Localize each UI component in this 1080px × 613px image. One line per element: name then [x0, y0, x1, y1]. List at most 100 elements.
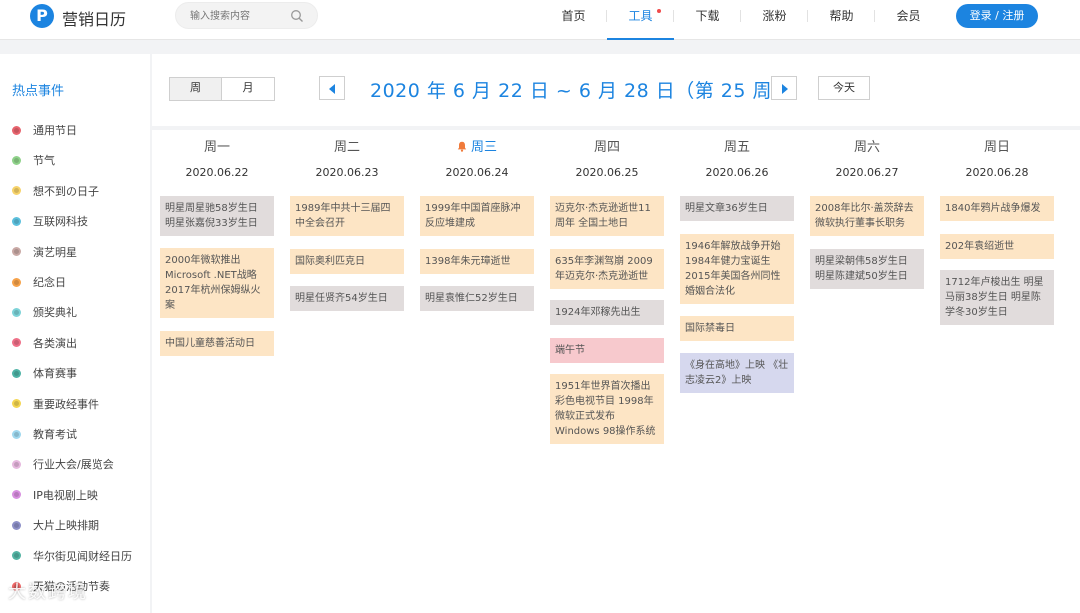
event-card[interactable]: 1951年世界首次播出彩色电视节目 1998年微软正式发布Windows 98操…	[550, 374, 664, 444]
category-dot-icon	[12, 155, 21, 165]
today-button[interactable]: 今天	[818, 76, 870, 100]
view-toggle: 周 月	[169, 77, 275, 101]
sidebar-item[interactable]: 华尔街见闻财经日历	[12, 547, 132, 565]
event-card[interactable]: 明星袁惟仁52岁生日	[420, 286, 534, 311]
logo-icon[interactable]: P	[30, 4, 54, 28]
event-card[interactable]: 明星任贤齐54岁生日	[290, 286, 404, 311]
day-date: 2020.06.24	[445, 166, 509, 179]
event-card[interactable]: 2008年比尔·盖茨辞去微软执行董事长职务	[810, 196, 924, 236]
day-name-label: 周二	[333, 140, 360, 155]
day-date: 2020.06.26	[705, 166, 769, 179]
event-card[interactable]: 中国儿童慈善活动日	[160, 331, 274, 356]
day-column: 周五 2020.06.26 明星文章36岁生日 1946年解放战争开始 1984年健力…	[680, 138, 794, 393]
category-dot-icon	[12, 551, 21, 561]
sidebar-item[interactable]: 大片上映排期	[12, 516, 99, 534]
calendar-toolbar: 周 月 2020 年 6 月 22 日 ~ 6 月 28 日（第 25 周） 今…	[152, 54, 1080, 130]
month-view-button[interactable]: 月	[222, 78, 274, 100]
day-column: 周日 2020.06.28 1840年鸦片战争爆发 202年袁绍逝世 1712年卢梭出生…	[940, 138, 1054, 325]
sidebar-item[interactable]: IP电视剧上映	[12, 486, 98, 504]
sidebar-item[interactable]: 重要政经事件	[12, 395, 99, 413]
day-name-label: 周五	[723, 140, 750, 155]
sidebar-item-label: 大片上映排期	[33, 519, 99, 533]
category-dot-icon	[12, 368, 21, 378]
event-card[interactable]: 1946年解放战争开始 1984年健力宝诞生 2015年美国各州同性婚姻合法化	[680, 234, 794, 304]
day-name-label: 周六	[853, 140, 880, 155]
nav-help[interactable]: 帮助	[808, 0, 875, 40]
event-card[interactable]: 明星文章36岁生日	[680, 196, 794, 221]
category-dot-icon	[12, 459, 21, 469]
sidebar-item-label: 行业大会/展览会	[33, 458, 114, 472]
nav-tools[interactable]: 工具	[607, 0, 674, 40]
nav-followers[interactable]: 涨粉	[741, 0, 808, 40]
day-date: 2020.06.23	[315, 166, 379, 179]
brand-name[interactable]: 营销日历	[62, 6, 126, 30]
event-card[interactable]: 635年李渊驾崩 2009年迈克尔·杰克逊逝世	[550, 249, 664, 289]
day-column: 周四 2020.06.25 迈克尔·杰克逊逝世11周年 全国土地日 635年李渊驾崩 …	[550, 138, 664, 444]
category-dot-icon	[12, 277, 21, 287]
day-column: 周二 2020.06.23 1989年中共十三届四中全会召开国际奥利匹克日 明星任贤齐…	[290, 138, 404, 311]
sidebar-item-label: IP电视剧上映	[33, 488, 98, 502]
sidebar-item[interactable]: 行业大会/展览会	[12, 455, 114, 473]
day-name: 周一	[160, 138, 274, 158]
day-name-label: 周日	[983, 140, 1010, 155]
arrow-right-icon	[782, 84, 788, 94]
event-card[interactable]: 迈克尔·杰克逊逝世11周年 全国土地日	[550, 196, 664, 236]
nav-download[interactable]: 下载	[674, 0, 741, 40]
day-name: 周四	[550, 138, 664, 158]
day-name-label: 周四	[593, 140, 620, 155]
sidebar-item[interactable]: 教育考试	[12, 425, 77, 443]
event-card[interactable]: 2000年微软推出Microsoft .NET战略 2017年杭州保姆纵火案	[160, 248, 274, 318]
event-card[interactable]: 《身在高地》上映 《壮志凌云2》上映	[680, 353, 794, 393]
arrow-left-icon	[329, 84, 335, 94]
event-card[interactable]: 1924年邓稼先出生	[550, 300, 664, 325]
next-week-button[interactable]	[771, 76, 797, 100]
search-icon[interactable]	[290, 9, 304, 23]
event-card[interactable]: 国际禁毒日	[680, 316, 794, 341]
event-card[interactable]: 国际奥利匹克日	[290, 249, 404, 274]
event-card[interactable]: 1989年中共十三届四中全会召开	[290, 196, 404, 236]
week-view-button[interactable]: 周	[170, 78, 222, 100]
notification-dot	[657, 9, 661, 13]
event-card[interactable]: 端午节	[550, 338, 664, 363]
prev-week-button[interactable]	[319, 76, 345, 100]
event-card[interactable]: 1398年朱元璋逝世	[420, 249, 534, 274]
event-card[interactable]: 明星周星驰58岁生日 明星张嘉倪33岁生日	[160, 196, 274, 236]
sidebar-item-label: 互联网科技	[33, 215, 88, 229]
sidebar-item[interactable]: 演艺明星	[12, 243, 77, 261]
event-card[interactable]: 1840年鸦片战争爆发	[940, 196, 1054, 221]
sidebar-title: 热点事件	[12, 84, 65, 99]
day-name: 周五	[680, 138, 794, 158]
sidebar-item[interactable]: 通用节日	[12, 121, 77, 139]
sidebar-item[interactable]: 各类演出	[12, 334, 77, 352]
sidebar-item[interactable]: 纪念日	[12, 273, 66, 291]
nav-member[interactable]: 会员	[875, 0, 942, 40]
category-dot-icon	[12, 216, 21, 226]
sidebar-item-label: 想不到の日子	[33, 184, 99, 198]
event-card[interactable]: 明星梁朝伟58岁生日 明星陈建斌50岁生日	[810, 249, 924, 289]
sidebar-item-label: 纪念日	[33, 276, 66, 289]
category-dot-icon	[12, 429, 21, 439]
day-name: 周三	[420, 138, 534, 158]
day-date: 2020.06.22	[185, 166, 249, 179]
login-register-button[interactable]: 登录 / 注册	[956, 4, 1038, 28]
day-name-label: 周三	[470, 140, 497, 155]
event-card[interactable]: 1712年卢梭出生 明星马丽38岁生日 明星陈学冬30岁生日	[940, 270, 1054, 325]
day-name: 周日	[940, 138, 1054, 158]
day-name: 周二	[290, 138, 404, 158]
nav-home[interactable]: 首页	[540, 0, 607, 40]
sidebar-item[interactable]: 想不到の日子	[12, 182, 99, 200]
category-dot-icon	[12, 125, 21, 135]
calendar-panel: 周 月 2020 年 6 月 22 日 ~ 6 月 28 日（第 25 周） 今…	[152, 54, 1080, 613]
event-card[interactable]: 202年袁绍逝世	[940, 234, 1054, 259]
sidebar-item[interactable]: 颁奖典礼	[12, 303, 77, 321]
sidebar-item-label: 节气	[33, 154, 55, 168]
sidebar-item[interactable]: 体育赛事	[12, 364, 77, 382]
sidebar-item-label: 教育考试	[33, 428, 77, 441]
search-input[interactable]	[190, 7, 290, 25]
day-date: 2020.06.27	[835, 166, 899, 179]
sidebar-item[interactable]: 互联网科技	[12, 212, 88, 230]
day-name: 周六	[810, 138, 924, 158]
sidebar-item[interactable]: 节气	[12, 151, 55, 169]
category-dot-icon	[12, 490, 21, 500]
event-card[interactable]: 1999年中国首座脉冲反应堆建成	[420, 196, 534, 236]
